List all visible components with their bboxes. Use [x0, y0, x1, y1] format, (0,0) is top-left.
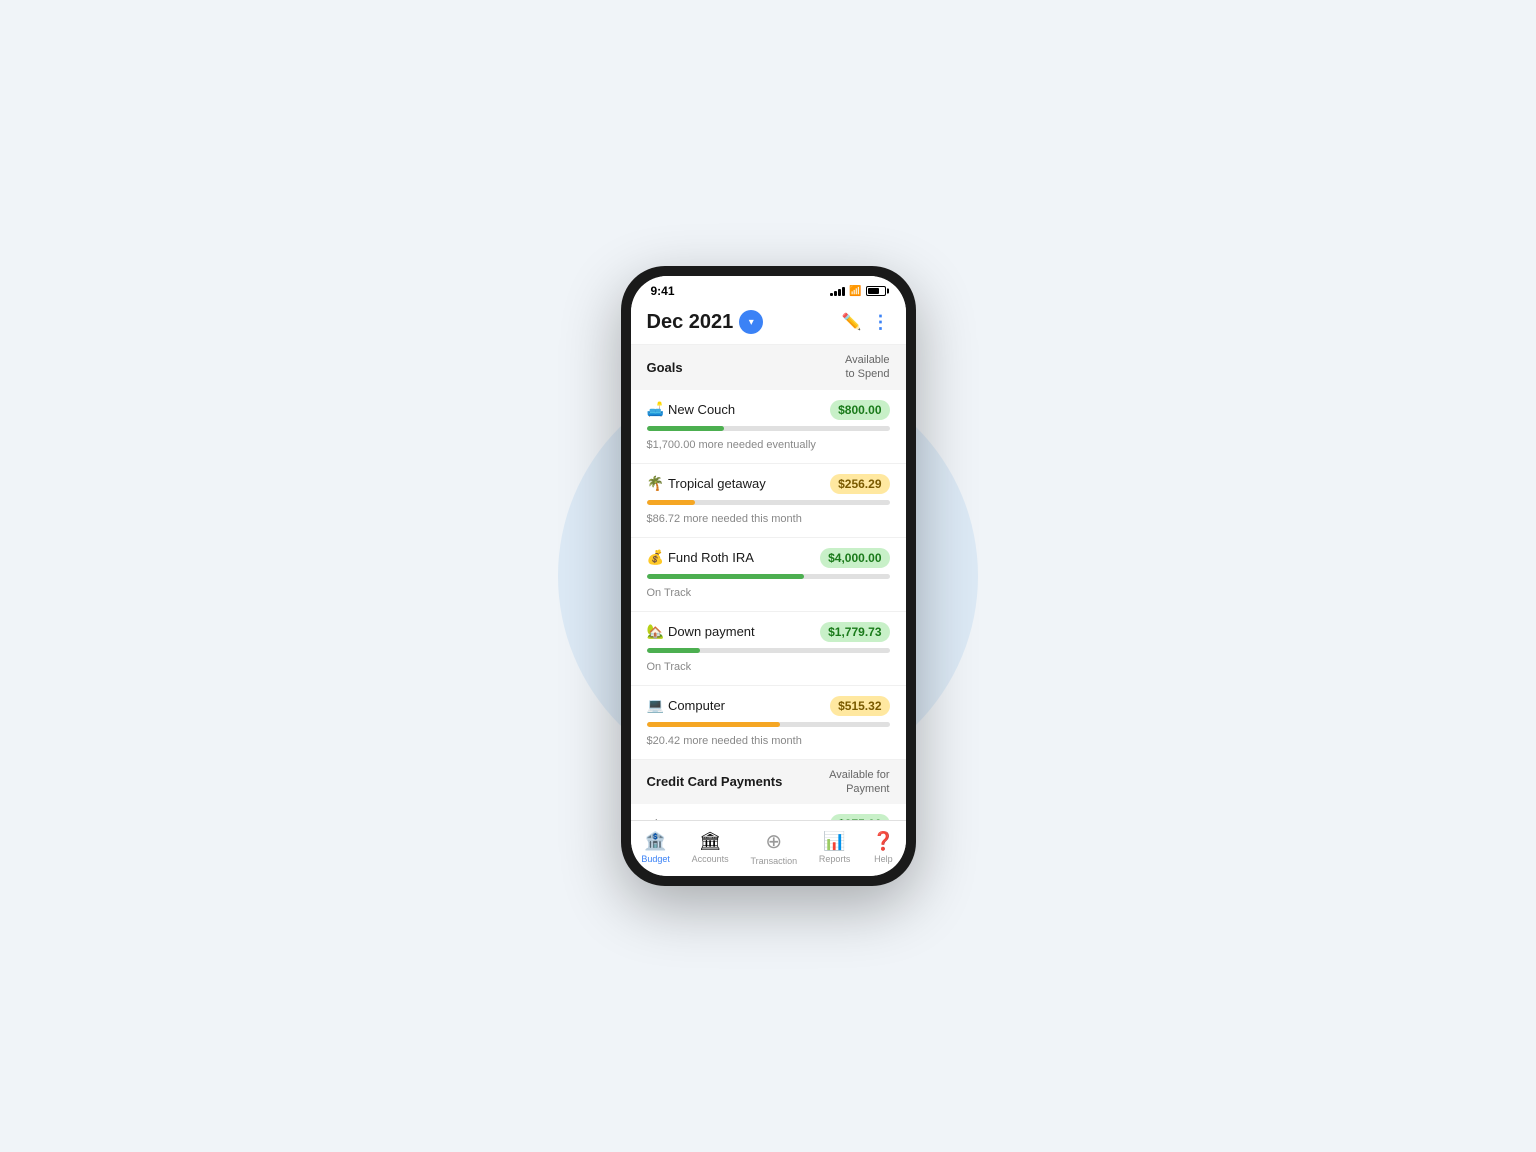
progress-bar-bg [647, 574, 890, 579]
progress-bar-bg [647, 722, 890, 727]
tropical-emoji: 🌴 [647, 475, 664, 492]
progress-bar-fill [647, 574, 805, 579]
goal-item-down-payment[interactable]: 🏡 Down payment $1,779.73 On Track [631, 612, 906, 686]
goal-amount-new-couch: $800.00 [830, 400, 889, 420]
status-bar: 9:41 📶 [631, 276, 906, 302]
progress-bar-fill [647, 722, 781, 727]
help-icon: ❓ [872, 831, 894, 852]
progress-bar-bg [647, 648, 890, 653]
goals-col-label: Availableto Spend [845, 353, 889, 382]
goals-section-header: Goals Availableto Spend [631, 345, 906, 390]
goal-name: 🌴 Tropical getaway [647, 475, 766, 492]
credit-section-header: Credit Card Payments Available forPaymen… [631, 760, 906, 805]
goal-item-computer[interactable]: 💻 Computer $515.32 $20.42 more needed th… [631, 686, 906, 760]
progress-bar-bg [647, 426, 890, 431]
goal-amount-tropical: $256.29 [830, 474, 889, 494]
progress-bar-fill [647, 500, 696, 505]
goal-name: 🏡 Down payment [647, 623, 755, 640]
goal-amount-roth: $4,000.00 [820, 548, 889, 568]
roth-emoji: 💰 [647, 549, 664, 566]
phone-screen: 9:41 📶 Dec 2021 [631, 276, 906, 876]
month-chevron-button[interactable]: ▾ [739, 310, 763, 334]
app-header: Dec 2021 ▾ ✏️ ⋮ [631, 302, 906, 345]
reports-icon: 📊 [823, 831, 845, 852]
scene: 9:41 📶 Dec 2021 [528, 216, 1008, 936]
progress-bar-fill [647, 648, 700, 653]
battery-icon [866, 286, 886, 296]
bottom-nav: 🏦 Budget 🏛 Accounts ⊕ Transaction 📊 Repo… [631, 820, 906, 876]
couch-emoji: 🛋️ [647, 401, 664, 418]
edit-icon[interactable]: ✏️ [842, 312, 862, 332]
computer-emoji: 💻 [647, 697, 664, 714]
status-time: 9:41 [651, 284, 675, 298]
month-selector[interactable]: Dec 2021 ▾ [647, 310, 764, 334]
signal-icon [830, 286, 845, 296]
goals-list: 🛋️ New Couch $800.00 $1,700.00 more need… [631, 390, 906, 760]
chevron-down-icon: ▾ [749, 317, 754, 328]
nav-item-help[interactable]: ❓ Help [872, 831, 894, 864]
budget-icon: 🏦 [644, 831, 666, 852]
progress-bar-fill [647, 426, 725, 431]
phone-frame: 9:41 📶 Dec 2021 [621, 266, 916, 886]
goal-name: 💻 Computer [647, 697, 726, 714]
house-emoji: 🏡 [647, 623, 664, 640]
goal-subtitle-computer: $20.42 more needed this month [647, 735, 802, 747]
goal-subtitle-new-couch: $1,700.00 more needed eventually [647, 439, 816, 451]
goal-name: 💰 Fund Roth IRA [647, 549, 754, 566]
accounts-label: Accounts [692, 854, 729, 864]
goal-amount-computer: $515.32 [830, 696, 889, 716]
scroll-content: Goals Availableto Spend 🛋️ New Couch $80… [631, 345, 906, 820]
reports-label: Reports [819, 854, 851, 864]
goal-name: 🛋️ New Couch [647, 401, 736, 418]
nav-item-accounts[interactable]: 🏛 Accounts [692, 831, 729, 864]
header-actions: ✏️ ⋮ [842, 312, 890, 333]
goal-item-visa[interactable]: Visa $375.00 [631, 804, 906, 820]
progress-bar-bg [647, 500, 890, 505]
more-options-icon[interactable]: ⋮ [872, 312, 890, 333]
transaction-label: Transaction [750, 856, 797, 866]
wifi-icon: 📶 [849, 286, 861, 297]
goal-amount-down: $1,779.73 [820, 622, 889, 642]
help-label: Help [874, 854, 893, 864]
goal-subtitle-roth: On Track [647, 587, 692, 599]
goals-section-title: Goals [647, 360, 683, 375]
credit-section-title: Credit Card Payments [647, 774, 783, 789]
transaction-icon: ⊕ [765, 829, 782, 854]
nav-item-reports[interactable]: 📊 Reports [819, 831, 851, 864]
goal-subtitle-down: On Track [647, 661, 692, 673]
credit-col-label: Available forPayment [829, 768, 889, 797]
goal-item-roth-ira[interactable]: 💰 Fund Roth IRA $4,000.00 On Track [631, 538, 906, 612]
goal-item-tropical[interactable]: 🌴 Tropical getaway $256.29 $86.72 more n… [631, 464, 906, 538]
month-title: Dec 2021 [647, 311, 734, 334]
accounts-icon: 🏛 [699, 831, 722, 852]
budget-label: Budget [641, 854, 670, 864]
nav-item-transaction[interactable]: ⊕ Transaction [750, 829, 797, 866]
nav-item-budget[interactable]: 🏦 Budget [641, 831, 670, 864]
goal-subtitle-tropical: $86.72 more needed this month [647, 513, 802, 525]
goal-item-new-couch[interactable]: 🛋️ New Couch $800.00 $1,700.00 more need… [631, 390, 906, 464]
status-icons: 📶 [830, 286, 885, 297]
